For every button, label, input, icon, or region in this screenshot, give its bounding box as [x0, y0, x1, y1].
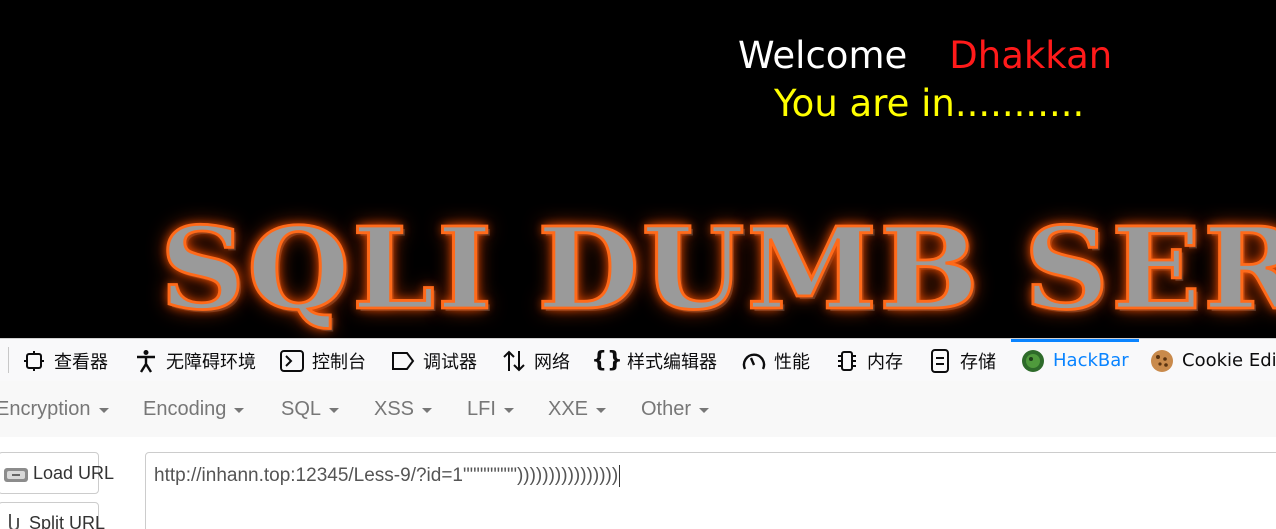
load-url-label: Load URL [33, 462, 115, 483]
menu-label: LFI [467, 397, 496, 420]
tab-label: 控制台 [312, 351, 366, 373]
network-icon [502, 349, 526, 373]
menu-other[interactable]: Other [641, 381, 710, 437]
tab-console[interactable]: 控制台 [280, 339, 366, 382]
performance-icon [742, 349, 766, 373]
tab-label: 样式编辑器 [627, 351, 717, 373]
devtools-toolbar: 查看器 无障碍环境 控制台 调试器 网络 {} 样式编辑器 性能 内存 存储 H… [0, 338, 1276, 383]
hackbar-icon [1021, 349, 1045, 373]
username-text: Dhakkan [949, 34, 1113, 77]
split-url-label: Split URL [29, 512, 106, 529]
storage-icon [928, 348, 952, 373]
tab-label: 无障碍环境 [166, 351, 256, 373]
hackbar-menu-bar: Encryption Encoding SQL XSS LFI XXE Othe… [0, 381, 1276, 438]
tab-label: 性能 [774, 351, 810, 373]
tab-label: Cookie Edit [1182, 350, 1276, 371]
tab-hackbar[interactable]: HackBar [1011, 339, 1139, 382]
tab-label: HackBar [1053, 350, 1129, 371]
caret-down-icon [329, 407, 340, 413]
caret-down-icon [234, 407, 245, 413]
console-icon [280, 349, 304, 373]
banner-logo: SQLI DUMB SERIES [159, 202, 1276, 335]
caret-down-icon [503, 407, 514, 413]
memory-icon [835, 349, 859, 373]
caret-down-icon [596, 407, 607, 413]
tab-inspector[interactable]: 查看器 [22, 339, 108, 382]
toolbar-separator [8, 347, 9, 373]
menu-sql[interactable]: SQL [281, 381, 340, 437]
tab-accessibility[interactable]: 无障碍环境 [134, 339, 256, 382]
text-cursor [619, 465, 621, 487]
tab-debugger[interactable]: 调试器 [391, 339, 477, 382]
status-text: You are in........... [774, 82, 1085, 125]
menu-encryption[interactable]: Encryption [0, 381, 109, 437]
tab-label: 查看器 [54, 351, 108, 373]
menu-label: SQL [281, 397, 322, 420]
menu-label: XSS [374, 397, 415, 420]
hackbar-body: Load URL Split URL http://inhann.top:123… [0, 437, 1276, 529]
browser-window: Welcome Dhakkan You are in........... SQL… [0, 0, 1276, 529]
menu-encoding[interactable]: Encoding [143, 381, 245, 437]
tab-label: 存储 [960, 351, 996, 373]
tab-network[interactable]: 网络 [502, 339, 570, 382]
load-url-button[interactable]: Load URL [0, 452, 114, 494]
menu-xxe[interactable]: XXE [548, 381, 607, 437]
inspector-icon [22, 349, 46, 373]
cookie-icon [1150, 349, 1174, 373]
menu-label: XXE [548, 397, 589, 420]
caret-down-icon [98, 407, 109, 413]
web-page-content: Welcome Dhakkan You are in........... SQL… [0, 0, 1276, 338]
caret-down-icon [699, 407, 710, 413]
welcome-line: Welcome Dhakkan [738, 34, 1112, 77]
menu-lfi[interactable]: LFI [467, 381, 514, 437]
tab-memory[interactable]: 内存 [835, 339, 903, 382]
tab-storage[interactable]: 存储 [928, 339, 996, 382]
split-url-icon [3, 512, 25, 529]
load-url-icon [3, 462, 29, 484]
menu-label: Other [641, 397, 692, 420]
tab-performance[interactable]: 性能 [742, 339, 810, 382]
welcome-text: Welcome [738, 34, 908, 77]
tab-label: 网络 [534, 351, 570, 373]
tab-style-editor[interactable]: {} 样式编辑器 [591, 339, 717, 382]
caret-down-icon [422, 407, 433, 413]
accessibility-icon [134, 349, 158, 373]
menu-xss[interactable]: XSS [374, 381, 433, 437]
split-url-button[interactable]: Split URL [0, 502, 105, 529]
tab-cookie-editor[interactable]: Cookie Edit [1150, 339, 1276, 382]
menu-label: Encryption [0, 397, 91, 420]
tab-label: 内存 [867, 351, 903, 373]
debugger-icon [391, 349, 415, 373]
menu-label: Encoding [143, 397, 227, 420]
tab-label: 调试器 [423, 351, 477, 373]
url-text: http://inhann.top:12345/Less-9/?id=1""""… [154, 465, 619, 487]
style-editor-icon: {} [591, 348, 623, 373]
url-textarea[interactable]: http://inhann.top:12345/Less-9/?id=1""""… [145, 452, 1276, 529]
